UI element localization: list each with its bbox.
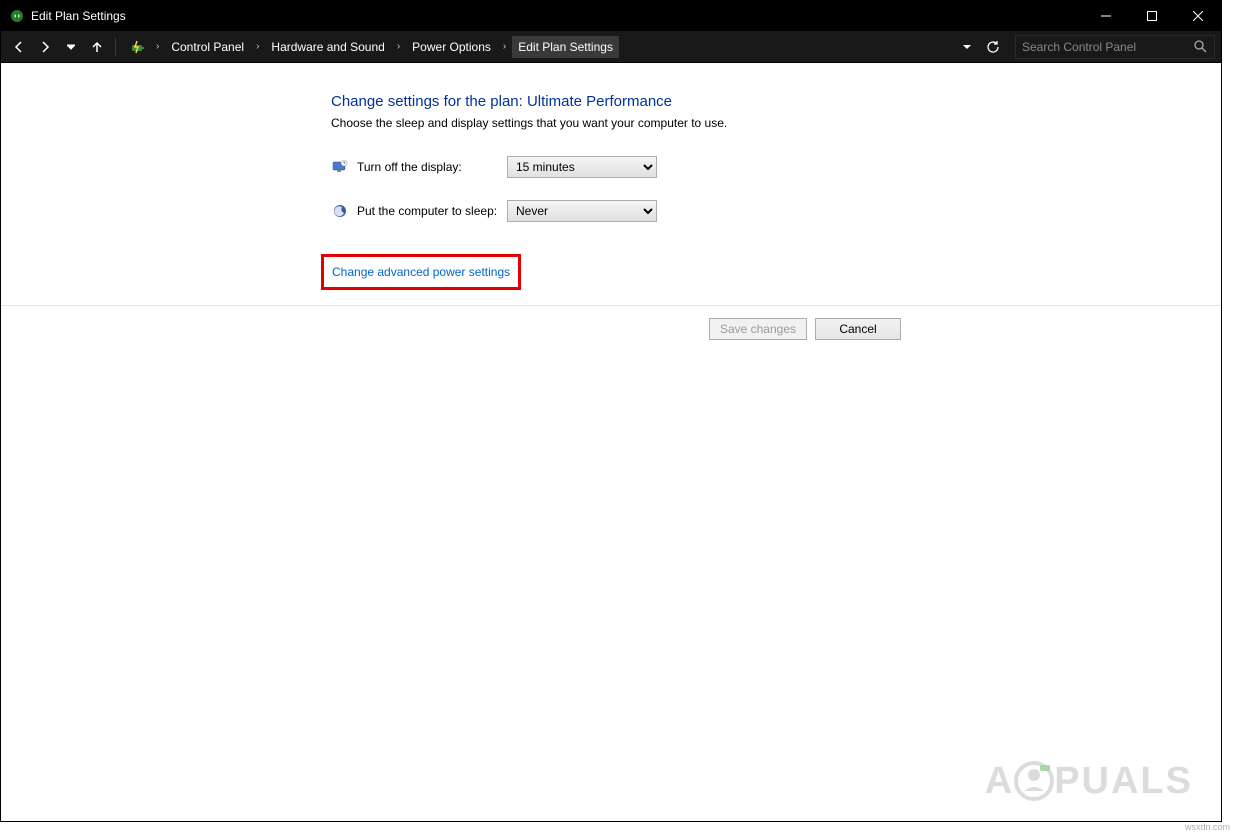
breadcrumb[interactable]: › Control Panel › Hardware and Sound › P… xyxy=(124,35,949,59)
back-button[interactable] xyxy=(7,35,31,59)
watermark-icon xyxy=(1012,759,1056,803)
power-plan-icon xyxy=(128,37,148,57)
page-title: Change settings for the plan: Ultimate P… xyxy=(331,93,951,110)
display-icon xyxy=(331,158,349,176)
display-off-label: Turn off the display: xyxy=(357,160,507,174)
sleep-row: Put the computer to sleep: Never xyxy=(331,200,951,222)
cancel-button[interactable]: Cancel xyxy=(815,318,901,340)
toolbar-right xyxy=(957,35,1007,59)
chevron-right-icon[interactable]: › xyxy=(250,41,265,52)
breadcrumb-item[interactable]: Hardware and Sound xyxy=(265,36,390,58)
attribution: wsxdn.com xyxy=(1185,822,1230,832)
watermark: A PUALS xyxy=(985,759,1193,803)
save-changes-button[interactable]: Save changes xyxy=(709,318,807,340)
watermark-text-suffix: PUALS xyxy=(1054,760,1193,803)
recent-dropdown[interactable] xyxy=(59,35,83,59)
maximize-button[interactable] xyxy=(1129,1,1175,31)
chevron-right-icon[interactable]: › xyxy=(391,41,406,52)
display-off-row: Turn off the display: 15 minutes xyxy=(331,156,951,178)
toolbar-divider xyxy=(115,38,116,56)
footer-buttons: Save changes Cancel xyxy=(1,305,1221,351)
advanced-link-highlight: Change advanced power settings xyxy=(321,254,521,290)
app-icon xyxy=(9,8,25,24)
search-input-wrapper[interactable] xyxy=(1015,35,1215,59)
sleep-label: Put the computer to sleep: xyxy=(357,204,507,218)
chevron-right-icon[interactable]: › xyxy=(150,41,165,52)
sleep-select[interactable]: Never xyxy=(507,200,657,222)
window-controls xyxy=(1083,1,1221,31)
history-dropdown[interactable] xyxy=(957,43,977,51)
toolbar: › Control Panel › Hardware and Sound › P… xyxy=(1,31,1221,63)
titlebar: Edit Plan Settings xyxy=(1,1,1221,31)
advanced-power-settings-link[interactable]: Change advanced power settings xyxy=(332,265,510,279)
close-button[interactable] xyxy=(1175,1,1221,31)
forward-button[interactable] xyxy=(33,35,57,59)
sleep-icon xyxy=(331,202,349,220)
app-window: Edit Plan Settings xyxy=(0,0,1222,822)
breadcrumb-item-current[interactable]: Edit Plan Settings xyxy=(512,36,619,58)
up-button[interactable] xyxy=(85,35,109,59)
breadcrumb-item[interactable]: Power Options xyxy=(406,36,497,58)
page-subtitle: Choose the sleep and display settings th… xyxy=(331,116,951,130)
search-input[interactable] xyxy=(1022,40,1190,54)
display-off-select[interactable]: 15 minutes xyxy=(507,156,657,178)
watermark-text-prefix: A xyxy=(985,760,1014,803)
search-icon[interactable] xyxy=(1194,40,1208,54)
content-area: Change settings for the plan: Ultimate P… xyxy=(1,63,1221,821)
chevron-right-icon[interactable]: › xyxy=(497,41,512,52)
window-title: Edit Plan Settings xyxy=(31,9,126,23)
refresh-button[interactable] xyxy=(979,35,1007,59)
settings-form: Change settings for the plan: Ultimate P… xyxy=(331,93,951,290)
minimize-button[interactable] xyxy=(1083,1,1129,31)
breadcrumb-item[interactable]: Control Panel xyxy=(165,36,250,58)
